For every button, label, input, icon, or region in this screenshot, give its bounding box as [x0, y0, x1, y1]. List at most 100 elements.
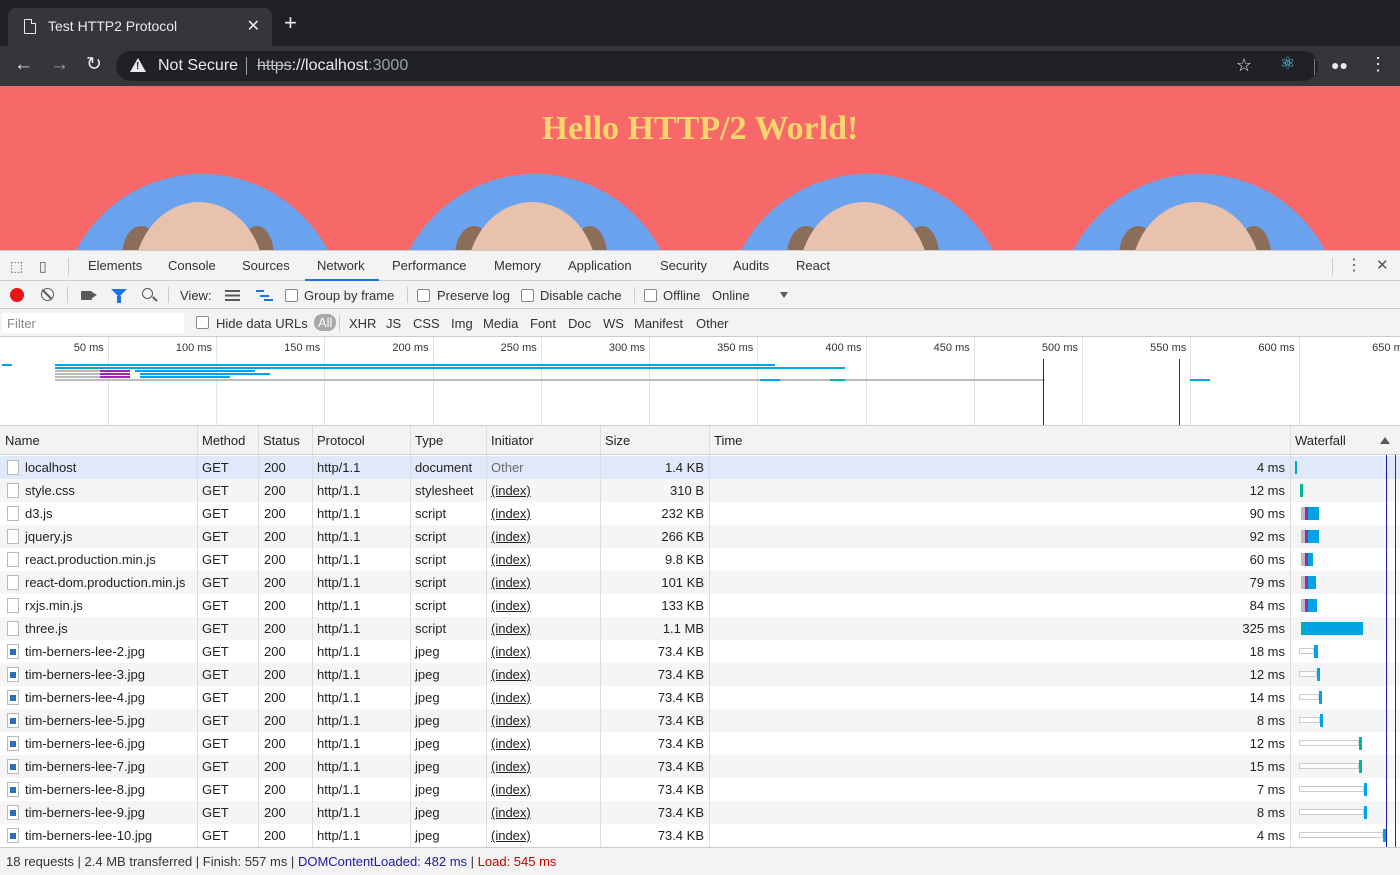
table-row[interactable]: tim-berners-lee-2.jpg GET 200 http/1.1 jpeg (…	[0, 640, 1290, 663]
request-name[interactable]: tim-berners-lee-8.jpg	[25, 782, 145, 797]
column-initiator[interactable]: Initiator	[491, 433, 534, 448]
record-button[interactable]	[10, 288, 24, 302]
request-initiator[interactable]: (index)	[491, 828, 531, 843]
address-bar[interactable]: Not Secure https://localhost:3000 ☆	[116, 51, 1318, 81]
table-row[interactable]: tim-berners-lee-8.jpg GET 200 http/1.1 jpeg (…	[0, 778, 1290, 801]
table-row[interactable]: three.js GET 200 http/1.1 script (index) 1.1 M…	[0, 617, 1290, 640]
column-size[interactable]: Size	[605, 433, 630, 448]
request-name[interactable]: style.css	[25, 483, 75, 498]
request-name[interactable]: rxjs.min.js	[25, 598, 83, 613]
request-initiator[interactable]: (index)	[491, 621, 531, 636]
type-filter-img[interactable]: Img	[451, 316, 473, 331]
table-row[interactable]: react.production.min.js GET 200 http/1.1 scr…	[0, 548, 1290, 571]
tab-sources[interactable]: Sources	[242, 258, 290, 273]
request-name[interactable]: tim-berners-lee-6.jpg	[25, 736, 145, 751]
request-name[interactable]: jquery.js	[25, 529, 72, 544]
type-filter-other[interactable]: Other	[696, 316, 729, 331]
search-icon[interactable]	[142, 288, 153, 299]
table-row[interactable]: rxjs.min.js GET 200 http/1.1 script (index) 13…	[0, 594, 1290, 617]
request-initiator[interactable]: (index)	[491, 805, 531, 820]
column-status[interactable]: Status	[263, 433, 300, 448]
tab-security[interactable]: Security	[660, 258, 707, 273]
request-name[interactable]: d3.js	[25, 506, 52, 521]
throttling-select[interactable]: Online	[712, 288, 750, 303]
table-row[interactable]: tim-berners-lee-7.jpg GET 200 http/1.1 jpeg (…	[0, 755, 1290, 778]
request-initiator[interactable]: (index)	[491, 644, 531, 659]
chevron-down-icon[interactable]	[780, 292, 788, 298]
forward-icon[interactable]: →	[50, 54, 69, 76]
back-icon[interactable]: ←	[14, 54, 33, 76]
table-row[interactable]: tim-berners-lee-10.jpg GET 200 http/1.1 jpeg…	[0, 824, 1290, 847]
request-name[interactable]: tim-berners-lee-9.jpg	[25, 805, 145, 820]
column-name[interactable]: Name	[5, 433, 40, 448]
type-filter-manifest[interactable]: Manifest	[634, 316, 683, 331]
request-name[interactable]: tim-berners-lee-10.jpg	[25, 828, 152, 843]
offline-checkbox[interactable]	[644, 289, 657, 302]
table-row[interactable]: jquery.js GET 200 http/1.1 script (index) 266 …	[0, 525, 1290, 548]
request-initiator[interactable]: (index)	[491, 506, 531, 521]
request-name[interactable]: tim-berners-lee-2.jpg	[25, 644, 145, 659]
column-type[interactable]: Type	[415, 433, 443, 448]
sort-ascending-icon[interactable]	[1380, 437, 1390, 444]
new-tab-icon[interactable]: +	[284, 12, 297, 34]
type-filter-media[interactable]: Media	[483, 316, 518, 331]
request-initiator[interactable]: (index)	[491, 713, 531, 728]
request-name[interactable]: tim-berners-lee-3.jpg	[25, 667, 145, 682]
preserve-log-checkbox[interactable]	[417, 289, 430, 302]
request-initiator[interactable]: (index)	[491, 598, 531, 613]
menu-icon[interactable]: ⋮	[1369, 54, 1387, 75]
tab-network[interactable]: Network	[317, 258, 365, 273]
request-initiator[interactable]: (index)	[491, 690, 531, 705]
column-waterfall[interactable]: Waterfall	[1295, 433, 1346, 448]
devtools-menu-icon[interactable]: ⋮	[1346, 258, 1362, 274]
table-row[interactable]: tim-berners-lee-3.jpg GET 200 http/1.1 jpeg (…	[0, 663, 1290, 686]
tab-memory[interactable]: Memory	[494, 258, 541, 273]
tab-console[interactable]: Console	[168, 258, 216, 273]
large-rows-icon[interactable]	[225, 290, 240, 301]
device-toolbar-icon[interactable]: ▯	[39, 258, 55, 274]
clear-icon[interactable]	[41, 288, 54, 301]
table-row[interactable]: style.css GET 200 http/1.1 stylesheet (index)…	[0, 479, 1290, 502]
type-filter-css[interactable]: CSS	[413, 316, 440, 331]
table-row[interactable]: tim-berners-lee-4.jpg GET 200 http/1.1 jpeg (…	[0, 686, 1290, 709]
type-filter-doc[interactable]: Doc	[568, 316, 591, 331]
request-name[interactable]: tim-berners-lee-5.jpg	[25, 713, 145, 728]
tab-audits[interactable]: Audits	[733, 258, 769, 273]
tab-performance[interactable]: Performance	[392, 258, 466, 273]
hide-data-urls-checkbox[interactable]	[196, 316, 209, 329]
reload-icon[interactable]: ↻	[86, 54, 102, 76]
request-initiator[interactable]: (index)	[491, 575, 531, 590]
request-initiator[interactable]: (index)	[491, 736, 531, 751]
request-initiator[interactable]: (index)	[491, 552, 531, 567]
type-filter-font[interactable]: Font	[530, 316, 556, 331]
request-name[interactable]: react.production.min.js	[25, 552, 156, 567]
overview-icon[interactable]	[256, 290, 273, 301]
url-text[interactable]: https://localhost:3000	[257, 57, 408, 75]
table-row[interactable]: d3.js GET 200 http/1.1 script (index) 232 KB 90…	[0, 502, 1290, 525]
request-name[interactable]: tim-berners-lee-7.jpg	[25, 759, 145, 774]
tab-react[interactable]: React	[796, 258, 830, 273]
type-filter-xhr[interactable]: XHR	[349, 316, 376, 331]
column-protocol[interactable]: Protocol	[317, 433, 365, 448]
table-row[interactable]: tim-berners-lee-6.jpg GET 200 http/1.1 jpeg (…	[0, 732, 1290, 755]
request-initiator[interactable]: (index)	[491, 759, 531, 774]
type-filter-js[interactable]: JS	[386, 316, 401, 331]
table-row[interactable]: tim-berners-lee-5.jpg GET 200 http/1.1 jpeg (…	[0, 709, 1290, 732]
bookmark-star-icon[interactable]: ☆	[1236, 55, 1252, 76]
filter-input[interactable]	[2, 313, 184, 333]
column-time[interactable]: Time	[714, 433, 742, 448]
disable-cache-checkbox[interactable]	[521, 289, 534, 302]
react-extension-icon[interactable]: ⚛	[1280, 54, 1295, 74]
type-filter-ws[interactable]: WS	[603, 316, 624, 331]
request-name[interactable]: tim-berners-lee-4.jpg	[25, 690, 145, 705]
request-name[interactable]: three.js	[25, 621, 68, 636]
request-initiator[interactable]: (index)	[491, 667, 531, 682]
request-initiator[interactable]: (index)	[491, 782, 531, 797]
tab-elements[interactable]: Elements	[88, 258, 142, 273]
tab-application[interactable]: Application	[568, 258, 632, 273]
request-name[interactable]: localhost	[25, 460, 76, 475]
column-method[interactable]: Method	[202, 433, 245, 448]
incognito-icon[interactable]: ●●	[1331, 57, 1348, 73]
type-filter-all[interactable]: All	[314, 314, 337, 331]
security-label[interactable]: Not Secure	[158, 57, 238, 75]
